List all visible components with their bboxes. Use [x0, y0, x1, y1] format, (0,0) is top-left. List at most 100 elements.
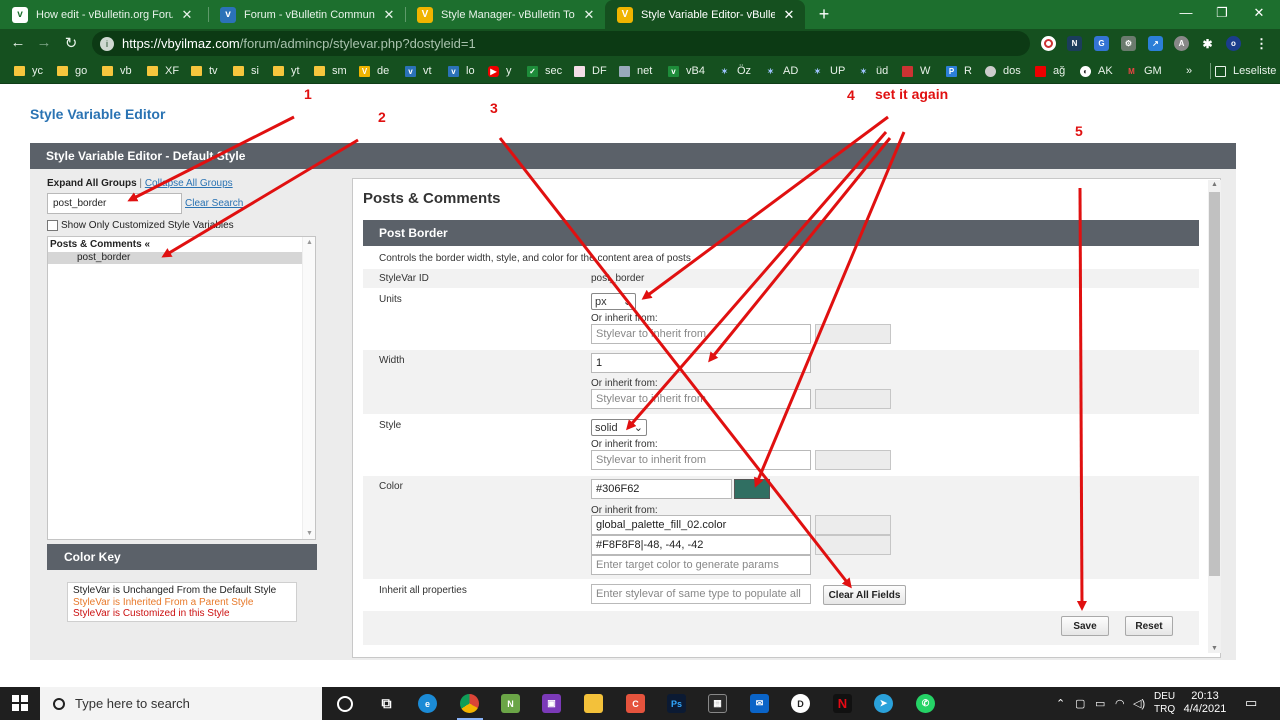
menu-icon[interactable]: ⋮: [1254, 36, 1269, 51]
scrollbar-thumb[interactable]: [1209, 192, 1220, 576]
volume-icon[interactable]: ◁): [1133, 697, 1145, 710]
netflix-icon[interactable]: N: [833, 694, 852, 713]
tray-app-icon[interactable]: ▢: [1075, 697, 1085, 710]
stylevar-search-input[interactable]: post_border: [47, 193, 182, 214]
bookmark-item[interactable]: v vt: [405, 63, 432, 79]
bookmark-item[interactable]: tv: [191, 63, 218, 79]
save-app-icon[interactable]: ▣: [542, 694, 561, 713]
scroll-up-arrow-icon[interactable]: ▲: [306, 239, 313, 246]
groups-scrollbar[interactable]: ▲ ▼: [302, 237, 315, 539]
tab-style-manager[interactable]: V Style Manager- vBulletin Toplulu ✕: [405, 0, 605, 29]
close-tab-icon[interactable]: ✕: [581, 7, 597, 23]
profile-icon[interactable]: o: [1226, 36, 1241, 51]
tab-vbulletin-community[interactable]: v Forum - vBulletin Community Fo ✕: [208, 0, 405, 29]
windows-start-icon[interactable]: [12, 695, 28, 711]
address-bar[interactable]: i https://vbyilmaz.com/forum/admincp/sty…: [92, 31, 1030, 56]
collapse-all-groups-link[interactable]: Collapse All Groups: [145, 178, 233, 189]
bookmark-item[interactable]: ✶ üd: [858, 63, 888, 79]
bookmark-item[interactable]: ▶ y: [488, 63, 512, 79]
bookmark-item[interactable]: v lo: [448, 63, 475, 79]
scroll-down-arrow-icon[interactable]: ▼: [306, 530, 313, 537]
bookmark-item[interactable]: go: [57, 63, 87, 79]
app-icon[interactable]: C: [626, 694, 645, 713]
clock[interactable]: 20:13 4/4/2021: [1180, 690, 1230, 716]
inherit-all-input[interactable]: Enter stylevar of same type to populate …: [591, 584, 811, 604]
language-indicator[interactable]: DEU TRQ: [1154, 690, 1175, 716]
bookmark-item[interactable]: ✓ sec: [527, 63, 562, 79]
edge-icon[interactable]: e: [418, 694, 437, 713]
color-target-input[interactable]: Enter target color to generate params: [591, 555, 811, 575]
stylevar-item-post-border[interactable]: post_border: [48, 252, 302, 264]
photoshop-icon[interactable]: Ps: [667, 694, 686, 713]
clear-all-fields-button[interactable]: Clear All Fields: [823, 585, 906, 605]
store-icon[interactable]: ▦: [708, 694, 727, 713]
bookmark-item[interactable]: yt: [273, 63, 300, 79]
tab-vbulletin-org[interactable]: v How edit - vBulletin.org Forum ✕: [0, 0, 203, 29]
show-only-customized-checkbox[interactable]: [47, 220, 58, 231]
bookmark-item[interactable]: yc: [14, 63, 43, 79]
expand-all-groups-link[interactable]: Expand All Groups: [47, 178, 137, 189]
whatsapp-icon[interactable]: ✆: [916, 694, 935, 713]
battery-icon[interactable]: ▭: [1095, 697, 1105, 710]
close-tab-icon[interactable]: ✕: [781, 7, 797, 23]
save-button[interactable]: Save: [1061, 616, 1109, 636]
bookmark-item[interactable]: Vde: [359, 63, 389, 79]
bookmark-item[interactable]: si: [233, 63, 259, 79]
group-posts-comments[interactable]: Posts & Comments «: [50, 239, 150, 250]
notification-icon[interactable]: ▭: [1245, 695, 1257, 711]
back-icon[interactable]: ←: [8, 34, 28, 51]
color-input[interactable]: #306F62: [591, 479, 732, 499]
mail-icon[interactable]: ✉: [750, 694, 769, 713]
taskbar-search-box[interactable]: Type here to search: [40, 687, 322, 720]
bookmark-item[interactable]: M GM: [1126, 63, 1162, 79]
bookmark-item[interactable]: net: [619, 63, 652, 79]
new-tab-button[interactable]: +: [813, 4, 835, 25]
scroll-up-arrow-icon[interactable]: ▲: [1211, 181, 1218, 188]
reload-icon[interactable]: ↻: [61, 34, 81, 52]
close-window-icon[interactable]: ✕: [1249, 5, 1269, 21]
wifi-icon[interactable]: ◠: [1115, 697, 1125, 710]
style-select[interactable]: solid ⌄: [591, 419, 647, 436]
bookmark-item[interactable]: W: [902, 63, 930, 79]
scroll-down-arrow-icon[interactable]: ▼: [1211, 645, 1218, 652]
bookmark-item[interactable]: ✶ AD: [765, 63, 798, 79]
extension-icon[interactable]: ↗: [1148, 36, 1163, 51]
bookmark-item[interactable]: DF: [574, 63, 607, 79]
bookmark-item[interactable]: vb: [102, 63, 132, 79]
bookmarks-overflow-button[interactable]: »: [1186, 63, 1192, 79]
extension-icon[interactable]: ⚙: [1121, 36, 1136, 51]
file-explorer-icon[interactable]: [584, 694, 603, 713]
detail-scrollbar[interactable]: ▲ ▼: [1208, 180, 1221, 653]
notepad-plus-icon[interactable]: N: [501, 694, 520, 713]
close-tab-icon[interactable]: ✕: [381, 7, 397, 23]
width-inherit-input[interactable]: Stylevar to inherit from: [591, 389, 811, 409]
bookmark-item[interactable]: ◐ AK: [1080, 63, 1113, 79]
bookmark-item[interactable]: PR: [946, 63, 972, 79]
minimize-icon[interactable]: —: [1176, 5, 1196, 20]
reading-list-button[interactable]: Leseliste: [1210, 63, 1276, 79]
bookmark-item[interactable]: ✶ Öz: [719, 63, 751, 79]
style-inherit-input[interactable]: Stylevar to inherit from: [591, 450, 811, 470]
color-inherit-input[interactable]: global_palette_fill_02.color: [591, 515, 811, 535]
color-params-input[interactable]: #F8F8F8|-48, -44, -42: [591, 535, 811, 555]
bookmark-item[interactable]: dos: [985, 63, 1021, 79]
tray-overflow-icon[interactable]: ⌃: [1056, 697, 1065, 710]
task-view-icon[interactable]: ⧉: [377, 694, 396, 713]
bookmark-item[interactable]: XF: [147, 63, 179, 79]
tab-style-variable-editor[interactable]: V Style Variable Editor- vBulletin To ✕: [605, 0, 805, 29]
dell-icon[interactable]: D: [791, 694, 810, 713]
units-inherit-input[interactable]: Stylevar to inherit from: [591, 324, 811, 344]
adblock-icon[interactable]: A: [1174, 36, 1189, 51]
close-tab-icon[interactable]: ✕: [179, 7, 195, 23]
site-info-icon[interactable]: i: [100, 36, 114, 51]
reset-button[interactable]: Reset: [1125, 616, 1173, 636]
clear-search-link[interactable]: Clear Search: [185, 198, 243, 209]
telegram-icon[interactable]: ➤: [874, 694, 893, 713]
units-select[interactable]: px ⌄: [591, 293, 636, 310]
maximize-icon[interactable]: ❐: [1212, 5, 1232, 21]
cortana-icon[interactable]: [337, 696, 353, 712]
bookmark-item[interactable]: ağ: [1035, 63, 1065, 79]
extension-icon[interactable]: G: [1094, 36, 1109, 51]
color-swatch[interactable]: [734, 479, 770, 499]
extension-icon[interactable]: [1041, 36, 1056, 51]
